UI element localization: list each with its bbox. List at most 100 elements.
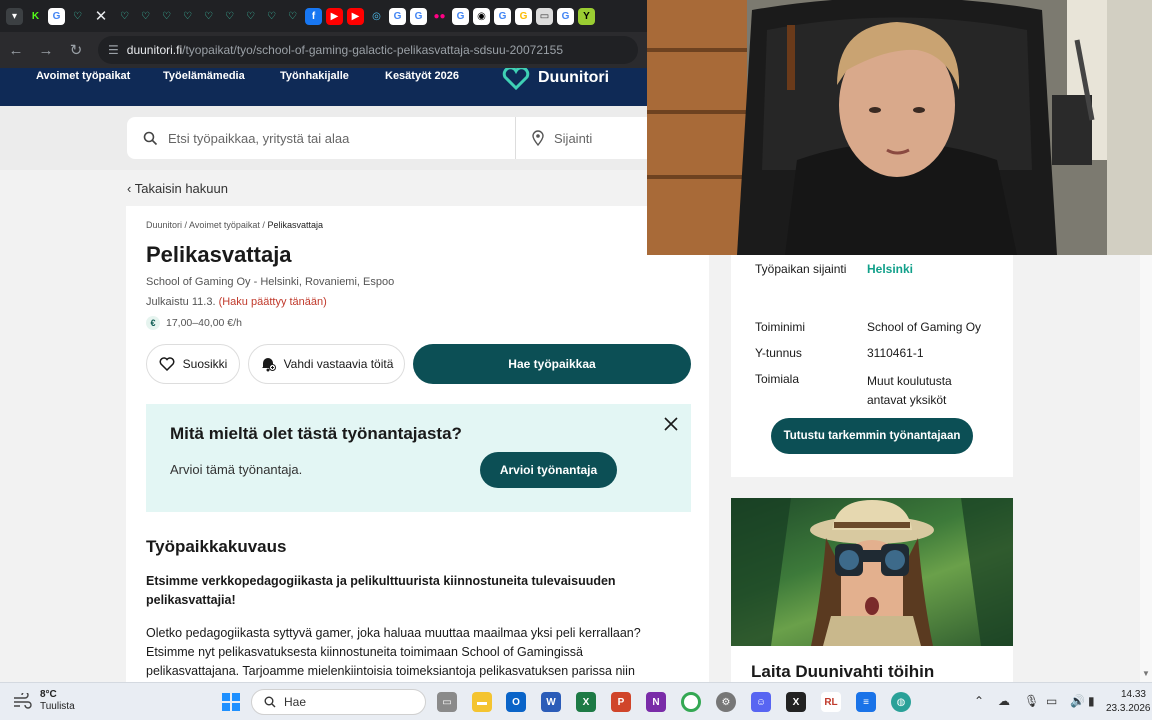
company-info-card: Työpaikan sijainti Helsinki Toiminimi Sc… xyxy=(731,255,1013,477)
file-explorer-icon[interactable]: ▬ xyxy=(472,692,492,712)
globe-icon[interactable]: ◍ xyxy=(891,692,911,712)
taskbar-search[interactable]: Hae xyxy=(251,689,426,715)
favorite-button[interactable]: Suosikki xyxy=(146,344,240,384)
tab-favicon-duunitori[interactable]: ♡ xyxy=(200,8,217,25)
system-clock[interactable]: 14.33 23.3.2026 xyxy=(1106,688,1151,716)
duunivahti-promo-card[interactable]: Laita Duunivahti töihin xyxy=(731,498,1013,682)
logo-text: Duunitori xyxy=(538,69,610,86)
windows-start-icon[interactable] xyxy=(222,693,240,711)
job-salary: € 17,00–40,00 €/h xyxy=(146,316,242,330)
active-tab-close-icon[interactable]: ✕ xyxy=(90,5,112,27)
tab-favicon-duunitori[interactable]: ♡ xyxy=(158,8,175,25)
nav-kesatyot[interactable]: Kesätyöt 2026 xyxy=(385,70,459,82)
tab-favicon-duunitori[interactable]: ♡ xyxy=(137,8,154,25)
clock-date: 23.3.2026 xyxy=(1106,703,1151,714)
company-name-value: School of Gaming Oy xyxy=(867,320,982,334)
tab-favicon-google[interactable]: G xyxy=(494,7,511,25)
site-logo[interactable]: Duunitori xyxy=(502,68,609,90)
breadcrumb-item[interactable]: Duunitori xyxy=(146,220,182,230)
breadcrumb-item[interactable]: Avoimet työpaikat xyxy=(189,220,260,230)
tab-favicon-duunitori[interactable]: ♡ xyxy=(284,8,301,25)
search-input[interactable]: Etsi työpaikkaa, yritystä tai alaa xyxy=(127,117,516,159)
battery-icon[interactable]: ▮ xyxy=(1088,694,1095,708)
tab-favicon-youtube[interactable]: ▶ xyxy=(347,7,364,25)
tab-list-icon[interactable]: ▾ xyxy=(6,7,23,25)
euro-icon: € xyxy=(146,316,160,330)
discord-icon[interactable]: ☺ xyxy=(751,692,771,712)
scroll-down-icon[interactable]: ▼ xyxy=(1142,669,1150,678)
reload-icon[interactable]: ↻ xyxy=(62,36,90,64)
search-icon xyxy=(264,696,276,708)
tab-favicon-google[interactable]: G xyxy=(410,7,427,25)
nav-tyoelamamedia[interactable]: Työelämämedia xyxy=(163,70,245,82)
location-input[interactable]: Sijainti xyxy=(516,130,592,146)
powerpoint-icon[interactable]: P xyxy=(611,692,631,712)
tab-favicon-facebook[interactable]: f xyxy=(305,7,322,25)
favorite-label: Suosikki xyxy=(182,357,228,371)
heart-icon xyxy=(159,357,175,371)
rate-employer-button[interactable]: Arvioi työnantaja xyxy=(480,452,617,488)
site-settings-icon[interactable]: ☰ xyxy=(108,43,119,57)
tab-favicon-duunitori[interactable]: ♡ xyxy=(242,8,259,25)
weather-widget[interactable]: 8°C Tuulista xyxy=(12,689,75,713)
tab-favicon-google[interactable]: G xyxy=(515,7,532,25)
cloud-icon[interactable]: ☁ xyxy=(998,694,1010,708)
back-link-label: Takaisin hakuun xyxy=(134,181,228,196)
speaker-icon[interactable]: 🔊 xyxy=(1070,694,1085,708)
salary-range: 17,00–40,00 €/h xyxy=(166,317,242,329)
close-icon[interactable] xyxy=(661,414,681,434)
back-arrow-icon[interactable]: ← xyxy=(2,36,30,64)
tab-favicon-duunitori[interactable]: ♡ xyxy=(263,8,280,25)
url-field[interactable]: ☰ duunitori.fi/tyopaikat/tyo/school-of-g… xyxy=(98,36,638,64)
onenote-icon[interactable]: N xyxy=(646,692,666,712)
location-value[interactable]: Helsinki xyxy=(867,262,913,276)
tab-favicon-duunitori[interactable]: ♡ xyxy=(179,8,196,25)
chrome-icon[interactable] xyxy=(681,692,701,712)
description-heading: Työpaikkakuvaus xyxy=(146,537,287,556)
tab-favicon-duunitori[interactable]: ♡ xyxy=(221,8,238,25)
app-x-icon[interactable]: X xyxy=(786,692,806,712)
job-title: Pelikasvattaja xyxy=(146,242,292,267)
tab-favicon-google[interactable]: G xyxy=(389,7,406,25)
notepad-icon[interactable]: ≡ xyxy=(856,692,876,712)
heart-logo-icon xyxy=(502,68,530,90)
tab-favicon-generic[interactable]: Y xyxy=(578,7,595,25)
tab-favicon-generic[interactable]: ◎ xyxy=(368,8,385,25)
tab-favicon-google[interactable]: G xyxy=(452,7,469,25)
search-placeholder: Etsi työpaikkaa, yritystä tai alaa xyxy=(168,130,350,146)
description-lead: Etsimme verkkopedagogiikasta ja pelikult… xyxy=(146,574,616,607)
tab-favicon-kick[interactable]: K xyxy=(27,7,44,25)
apply-button[interactable]: Hae työpaikkaa xyxy=(413,344,691,384)
app-rl-icon[interactable]: RL xyxy=(821,692,841,712)
nav-tyonhakijalle[interactable]: Työnhakijalle xyxy=(280,70,349,82)
webcam-overlay xyxy=(647,0,1152,255)
employer-details-button[interactable]: Tutustu tarkemmin työnantajaan xyxy=(771,418,973,454)
watch-similar-button[interactable]: Vahdi vastaavia töitä xyxy=(248,344,405,384)
search-form: Etsi työpaikkaa, yritystä tai alaa Sijai… xyxy=(127,117,687,159)
excel-icon[interactable]: X xyxy=(576,692,596,712)
tab-favicon-flickr[interactable]: ●● xyxy=(431,8,448,25)
tab-favicon-google[interactable]: G xyxy=(557,7,574,25)
microphone-icon[interactable]: 🎙 xyxy=(1024,694,1039,708)
employer-feedback-box: Mitä mieltä olet tästä työnantajasta? Ar… xyxy=(146,404,691,512)
windows-taskbar: 8°C Tuulista Hae ▭ ▬ O W X P N ⚙ ☺ X RL … xyxy=(0,682,1152,720)
back-to-search-link[interactable]: ‹ Takaisin hakuun xyxy=(127,181,228,196)
tab-favicon-github[interactable]: ◉ xyxy=(473,7,490,25)
tab-favicon-youtube[interactable]: ▶ xyxy=(326,7,343,25)
outlook-icon[interactable]: O xyxy=(506,692,526,712)
tab-favicon-duunitori[interactable]: ♡ xyxy=(116,8,133,25)
tab-favicon-google[interactable]: G xyxy=(48,7,65,25)
tab-favicon-generic[interactable]: ▭ xyxy=(536,7,553,25)
network-icon[interactable]: ▭ xyxy=(1046,694,1057,708)
settings-gear-icon[interactable]: ⚙ xyxy=(716,692,736,712)
nav-avoimet-tyopaikat[interactable]: Avoimet työpaikat xyxy=(36,70,130,82)
chevron-up-icon[interactable]: ⌃ xyxy=(974,694,984,708)
webcam-video-frame xyxy=(647,0,1152,255)
ytunnus-label: Y-tunnus xyxy=(755,346,802,360)
temperature: 8°C xyxy=(40,689,57,700)
feedback-text: Arvioi tämä työnantaja. xyxy=(170,462,303,477)
forward-arrow-icon[interactable]: → xyxy=(32,36,60,64)
task-view-icon[interactable]: ▭ xyxy=(437,692,457,712)
word-icon[interactable]: W xyxy=(541,692,561,712)
tab-favicon-duunitori[interactable]: ♡ xyxy=(69,8,86,25)
